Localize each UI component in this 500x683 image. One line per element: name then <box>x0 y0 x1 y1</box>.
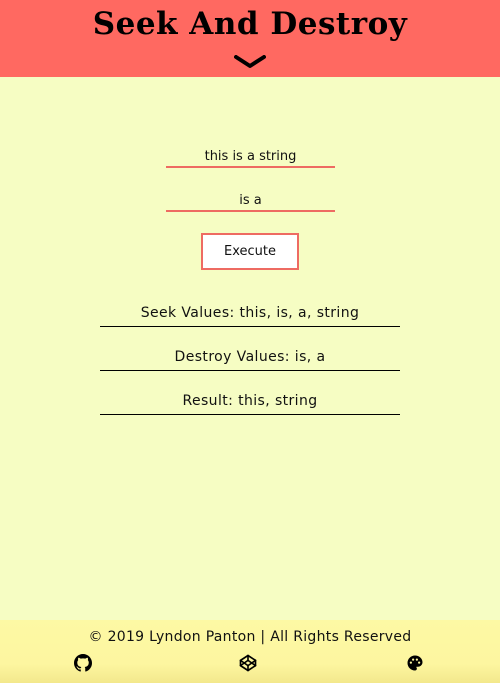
seek-input[interactable] <box>166 146 335 168</box>
destroy-input[interactable] <box>166 190 335 212</box>
palette-icon[interactable] <box>406 654 424 672</box>
copyright-text: © 2019 Lyndon Panton | All Rights Reserv… <box>88 629 412 645</box>
github-icon[interactable] <box>74 654 92 672</box>
codepen-icon[interactable] <box>239 654 257 672</box>
execute-button[interactable]: Execute <box>201 233 299 270</box>
header: Seek And Destroy <box>0 0 500 77</box>
chevron-down-icon[interactable] <box>234 55 266 69</box>
result-output: Result: this, string <box>100 390 400 415</box>
seek-values-output: Seek Values: this, is, a, string <box>100 302 400 327</box>
destroy-values-output: Destroy Values: is, a <box>100 346 400 371</box>
page-title: Seek And Destroy <box>92 6 408 42</box>
footer: © 2019 Lyndon Panton | All Rights Reserv… <box>0 620 500 683</box>
